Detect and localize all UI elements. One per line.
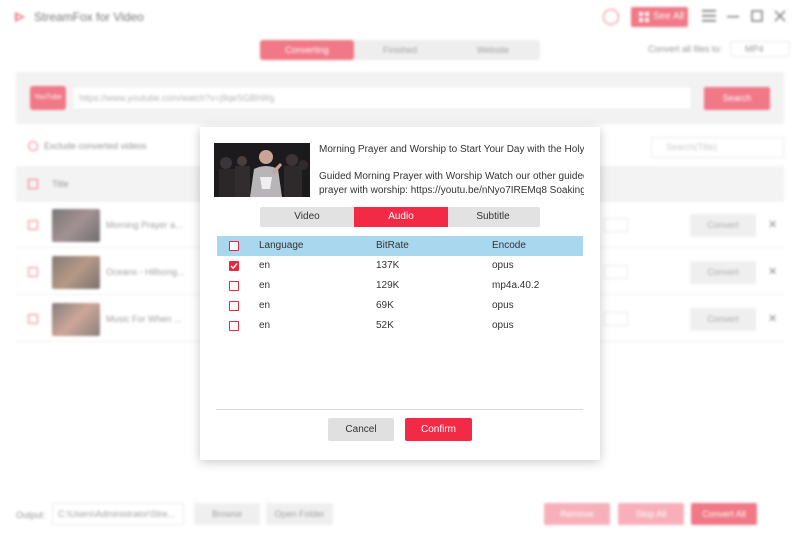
checkmark-icon xyxy=(230,263,238,270)
audio-track-table: Language BitRate Encode en 137K opus en … xyxy=(217,236,583,336)
thumbnail-image xyxy=(214,143,310,197)
track-bitrate: 129K xyxy=(376,280,400,291)
track-language: en xyxy=(259,300,271,311)
table-row[interactable]: en 129K mp4a.40.2 xyxy=(217,276,583,296)
confirm-button[interactable]: Confirm xyxy=(405,418,472,441)
tab-audio[interactable]: Audio xyxy=(354,207,448,227)
track-encode: opus xyxy=(492,320,514,331)
track-language: en xyxy=(259,260,271,271)
track-select-dialog: Morning Prayer and Worship to Start Your… xyxy=(200,127,600,460)
track-encode: mp4a.40.2 xyxy=(492,280,540,291)
track-bitrate: 52K xyxy=(376,320,394,331)
track-encode: opus xyxy=(492,260,514,271)
description-line-2: prayer with worship: https://youtu.be/nN… xyxy=(319,185,584,196)
table-row[interactable]: en 137K opus xyxy=(217,256,583,276)
track-checkbox[interactable] xyxy=(229,301,239,311)
track-checkbox[interactable] xyxy=(229,281,239,291)
select-all-checkbox[interactable] xyxy=(229,241,239,251)
track-language: en xyxy=(259,320,271,331)
track-checkbox[interactable] xyxy=(229,261,239,271)
bitrate-column-header: BitRate xyxy=(376,240,409,251)
track-checkbox[interactable] xyxy=(229,321,239,331)
track-type-tabs: Video Audio Subtitle xyxy=(260,207,540,227)
tab-subtitle[interactable]: Subtitle xyxy=(446,207,540,227)
video-description: Guided Morning Prayer with Worship Watch… xyxy=(319,170,584,198)
description-line-1: Guided Morning Prayer with Worship Watch… xyxy=(319,171,584,182)
table-row[interactable]: en 69K opus xyxy=(217,296,583,316)
video-title: Morning Prayer and Worship to Start Your… xyxy=(319,144,584,155)
table-header: Language BitRate Encode xyxy=(217,236,583,256)
tab-video[interactable]: Video xyxy=(260,207,354,227)
track-language: en xyxy=(259,280,271,291)
track-bitrate: 137K xyxy=(376,260,400,271)
track-bitrate: 69K xyxy=(376,300,394,311)
table-row[interactable]: en 52K opus xyxy=(217,316,583,336)
cancel-button[interactable]: Cancel xyxy=(328,418,394,441)
video-thumbnail xyxy=(214,143,310,197)
encode-column-header: Encode xyxy=(492,240,526,251)
track-encode: opus xyxy=(492,300,514,311)
dialog-divider xyxy=(216,409,583,410)
language-column-header: Language xyxy=(259,240,304,251)
